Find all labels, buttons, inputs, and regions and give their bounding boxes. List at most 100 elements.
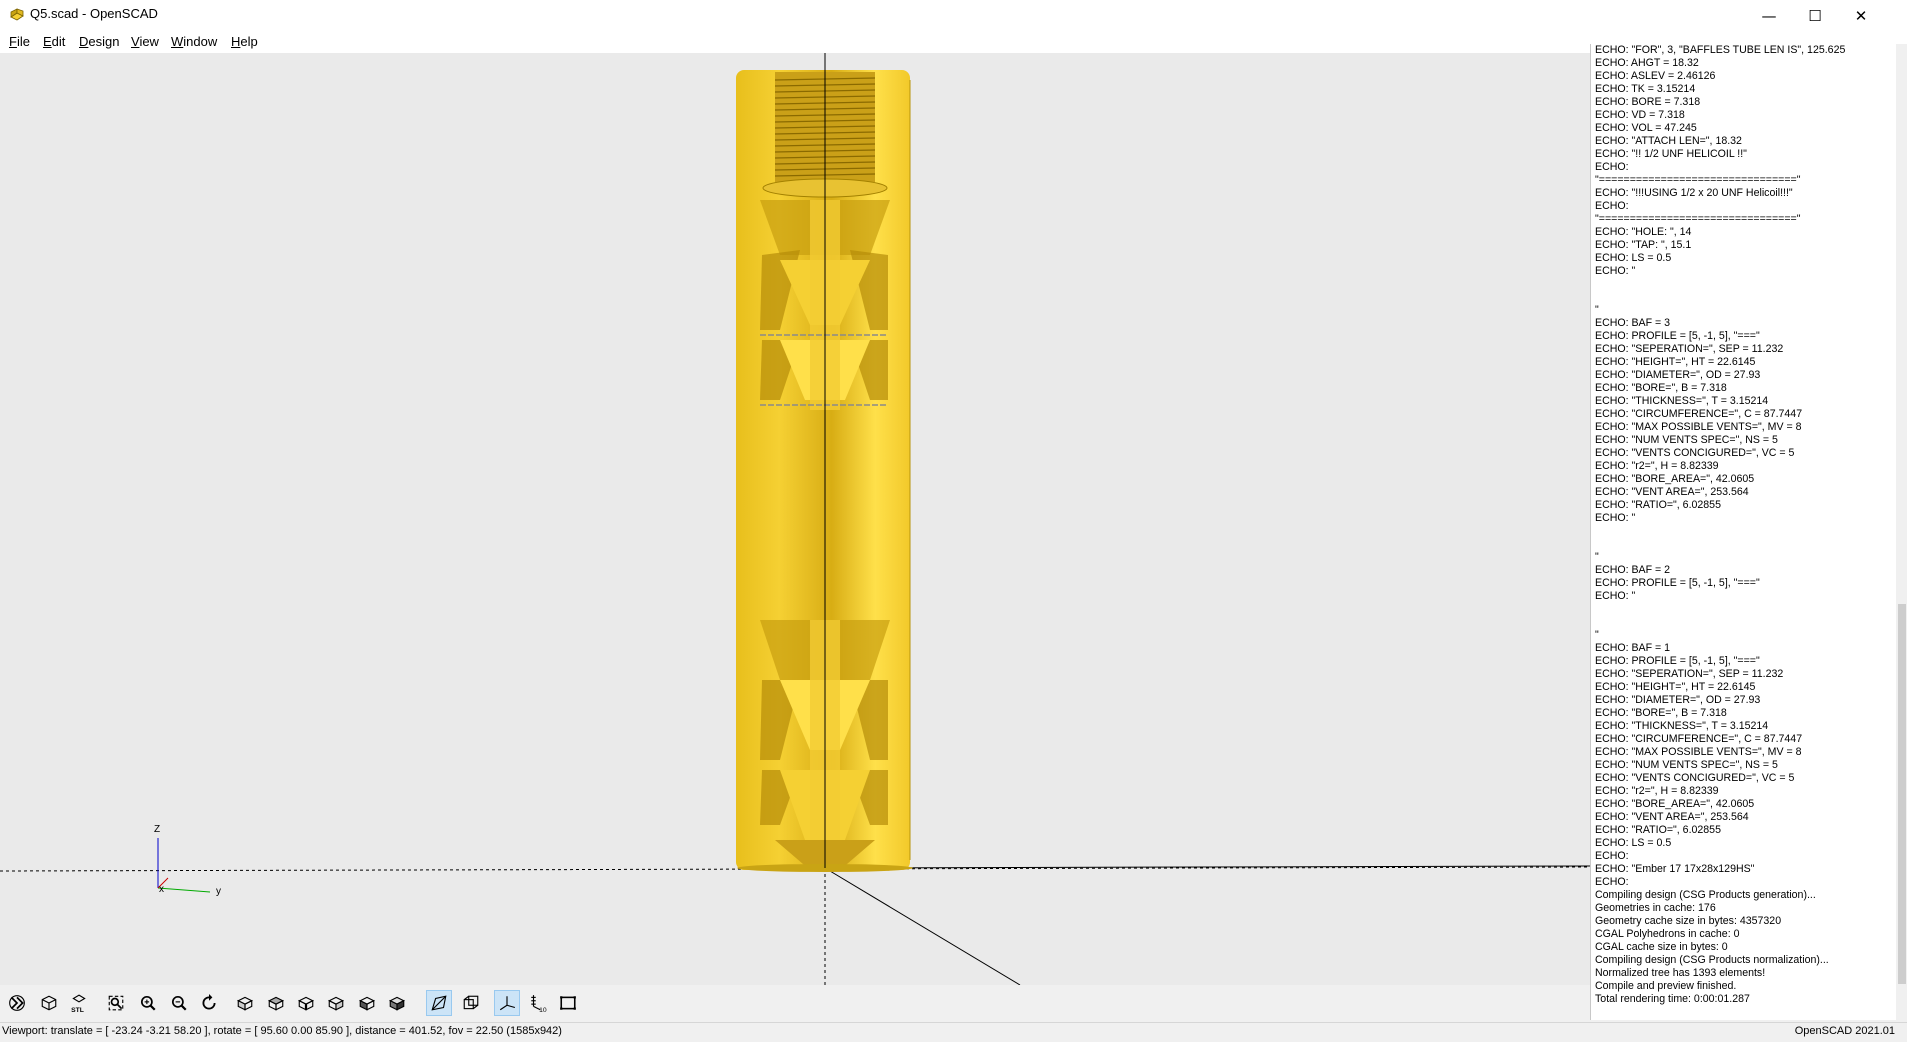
render-button[interactable] bbox=[36, 990, 62, 1016]
stl-icon: STL bbox=[71, 994, 86, 1012]
console-line: Geometries in cache: 176 bbox=[1595, 902, 1716, 914]
minimize-button[interactable]: — bbox=[1746, 0, 1792, 31]
show-edges-button[interactable] bbox=[555, 990, 581, 1016]
menu-view[interactable]: View bbox=[131, 34, 159, 49]
menu-file[interactable]: File bbox=[9, 34, 30, 49]
console-scrollbar[interactable] bbox=[1896, 44, 1907, 1020]
render-cube-icon bbox=[41, 995, 57, 1011]
console-line: ECHO: "HEIGHT=", HT = 22.6145 bbox=[1595, 356, 1756, 368]
console-line: ECHO: "BORE=", B = 7.318 bbox=[1595, 382, 1727, 394]
perspective-button[interactable] bbox=[426, 990, 452, 1016]
y-axis-line bbox=[824, 867, 1021, 985]
svg-text:STL: STL bbox=[71, 1007, 84, 1012]
animate-button[interactable] bbox=[4, 990, 30, 1016]
console-line: CGAL Polyhedrons in cache: 0 bbox=[1595, 928, 1740, 940]
console-line: ECHO: "DIAMETER=", OD = 27.93 bbox=[1595, 369, 1761, 381]
close-button[interactable]: ✕ bbox=[1838, 0, 1884, 31]
console-line: ECHO: "CIRCUMFERENCE=", C = 87.7447 bbox=[1595, 408, 1803, 420]
view-top-button[interactable] bbox=[263, 990, 289, 1016]
console-panel[interactable]: ECHO: "FOR", 3, "BAFFLES TUBE LEN IS", 1… bbox=[1590, 44, 1907, 1020]
console-line: Normalized tree has 1393 elements! bbox=[1595, 967, 1766, 979]
status-bar: Viewport: translate = [ -23.24 -3.21 58.… bbox=[0, 1022, 1907, 1042]
view-left-button[interactable] bbox=[323, 990, 349, 1016]
console-line: ECHO: "BORE_AREA=", 42.0605 bbox=[1595, 473, 1755, 485]
openscad-app-icon bbox=[10, 8, 24, 21]
console-line: ECHO: "!!!USING 1/2 x 20 UNF Helicoil!!!… bbox=[1595, 187, 1793, 199]
console-line: ECHO: "DIAMETER=", OD = 27.93 bbox=[1595, 694, 1761, 706]
zoom-in-button[interactable] bbox=[135, 990, 161, 1016]
view-front-button[interactable] bbox=[354, 990, 380, 1016]
console-line: ECHO: "CIRCUMFERENCE=", C = 87.7447 bbox=[1595, 733, 1803, 745]
menu-help[interactable]: Help bbox=[231, 34, 258, 49]
console-line: ECHO: "RATIO=", 6.02855 bbox=[1595, 499, 1721, 511]
show-scale-markers-button[interactable]: 10 bbox=[525, 990, 551, 1016]
menu-edit[interactable]: Edit bbox=[43, 34, 65, 49]
console-scroll-thumb[interactable] bbox=[1898, 604, 1906, 984]
console-line: ECHO: PROFILE = [5, -1, 5], "===" bbox=[1595, 330, 1760, 342]
viewport-canvas[interactable]: Z x y bbox=[0, 53, 1590, 985]
zoom-out-icon bbox=[171, 995, 187, 1011]
orthogonal-button[interactable] bbox=[458, 990, 484, 1016]
view-all-button[interactable] bbox=[103, 990, 129, 1016]
console-line: ECHO: " bbox=[1595, 265, 1636, 277]
console-line: ECHO: "BORE_AREA=", 42.0605 bbox=[1595, 798, 1755, 810]
console-line: ECHO: "NUM VENTS SPEC=", NS = 5 bbox=[1595, 434, 1778, 446]
console-line: ECHO: bbox=[1595, 876, 1629, 888]
console-line: ECHO: "NUM VENTS SPEC=", NS = 5 bbox=[1595, 759, 1778, 771]
console-line: ECHO: "ATTACH LEN=", 18.32 bbox=[1595, 135, 1742, 147]
view-back-icon bbox=[388, 996, 406, 1011]
view-right-button[interactable] bbox=[232, 990, 258, 1016]
menu-design[interactable]: Design bbox=[79, 34, 119, 49]
console-line: ECHO: "MAX POSSIBLE VENTS=", MV = 8 bbox=[1595, 421, 1802, 433]
console-line: Compile and preview finished. bbox=[1595, 980, 1737, 992]
version-label: OpenSCAD 2021.01 bbox=[1794, 1025, 1895, 1037]
perspective-icon bbox=[431, 995, 447, 1011]
console-line: ECHO: LS = 0.5 bbox=[1595, 837, 1672, 849]
console-line: ECHO: VOL = 47.245 bbox=[1595, 122, 1697, 134]
maximize-button[interactable]: ☐ bbox=[1792, 0, 1838, 31]
console-line: ECHO: "HEIGHT=", HT = 22.6145 bbox=[1595, 681, 1756, 693]
zoom-out-button[interactable] bbox=[166, 990, 192, 1016]
z-axis-label: Z bbox=[154, 824, 160, 835]
console-line: Geometry cache size in bytes: 4357320 bbox=[1595, 915, 1782, 927]
console-line: ECHO: "!! 1/2 UNF HELICOIL !!" bbox=[1595, 148, 1747, 160]
3d-viewport[interactable]: Z x y bbox=[0, 53, 1590, 985]
console-line: " bbox=[1595, 304, 1599, 316]
view-all-icon bbox=[108, 995, 124, 1011]
console-line: ECHO: TK = 3.15214 bbox=[1595, 83, 1696, 95]
menu-window[interactable]: Window bbox=[171, 34, 217, 49]
animate-icon bbox=[9, 995, 25, 1011]
console-line: ECHO: "VENTS CONCIGURED=", VC = 5 bbox=[1595, 772, 1795, 784]
window-title: Q5.scad - OpenSCAD bbox=[30, 6, 158, 21]
console-line: " bbox=[1595, 551, 1599, 563]
console-line: ECHO: "TAP: ", 15.1 bbox=[1595, 239, 1692, 251]
view-front-icon bbox=[358, 996, 376, 1011]
console-line: ECHO: "THICKNESS=", T = 3.15214 bbox=[1595, 720, 1769, 732]
console-line: ECHO: "r2=", H = 8.82339 bbox=[1595, 785, 1719, 797]
zoom-in-icon bbox=[140, 995, 156, 1011]
console-line: ECHO: bbox=[1595, 200, 1629, 212]
show-axes-button[interactable] bbox=[494, 990, 520, 1016]
view-top-icon bbox=[267, 996, 285, 1011]
console-line: ECHO: "RATIO=", 6.02855 bbox=[1595, 824, 1721, 836]
reset-view-button[interactable] bbox=[196, 990, 222, 1016]
console-line: " bbox=[1595, 629, 1599, 641]
console-line: Total rendering time: 0:00:01.287 bbox=[1595, 993, 1750, 1005]
svg-text:10: 10 bbox=[539, 1007, 547, 1012]
console-line: ECHO: "VENT AREA=", 253.564 bbox=[1595, 486, 1749, 498]
console-line: ECHO: "VENT AREA=", 253.564 bbox=[1595, 811, 1749, 823]
view-back-button[interactable] bbox=[384, 990, 410, 1016]
console-line: ECHO: "THICKNESS=", T = 3.15214 bbox=[1595, 395, 1769, 407]
viewport-status: Viewport: translate = [ -23.24 -3.21 58.… bbox=[2, 1025, 562, 1037]
console-line: ECHO: "SEPERATION=", SEP = 11.232 bbox=[1595, 343, 1784, 355]
console-line: ECHO: BAF = 2 bbox=[1595, 564, 1671, 576]
console-line: "================================" bbox=[1595, 213, 1801, 225]
view-left-icon bbox=[327, 996, 345, 1011]
view-bottom-button[interactable] bbox=[293, 990, 319, 1016]
export-stl-button[interactable]: STL bbox=[66, 990, 92, 1016]
console-line: CGAL cache size in bytes: 0 bbox=[1595, 941, 1728, 953]
